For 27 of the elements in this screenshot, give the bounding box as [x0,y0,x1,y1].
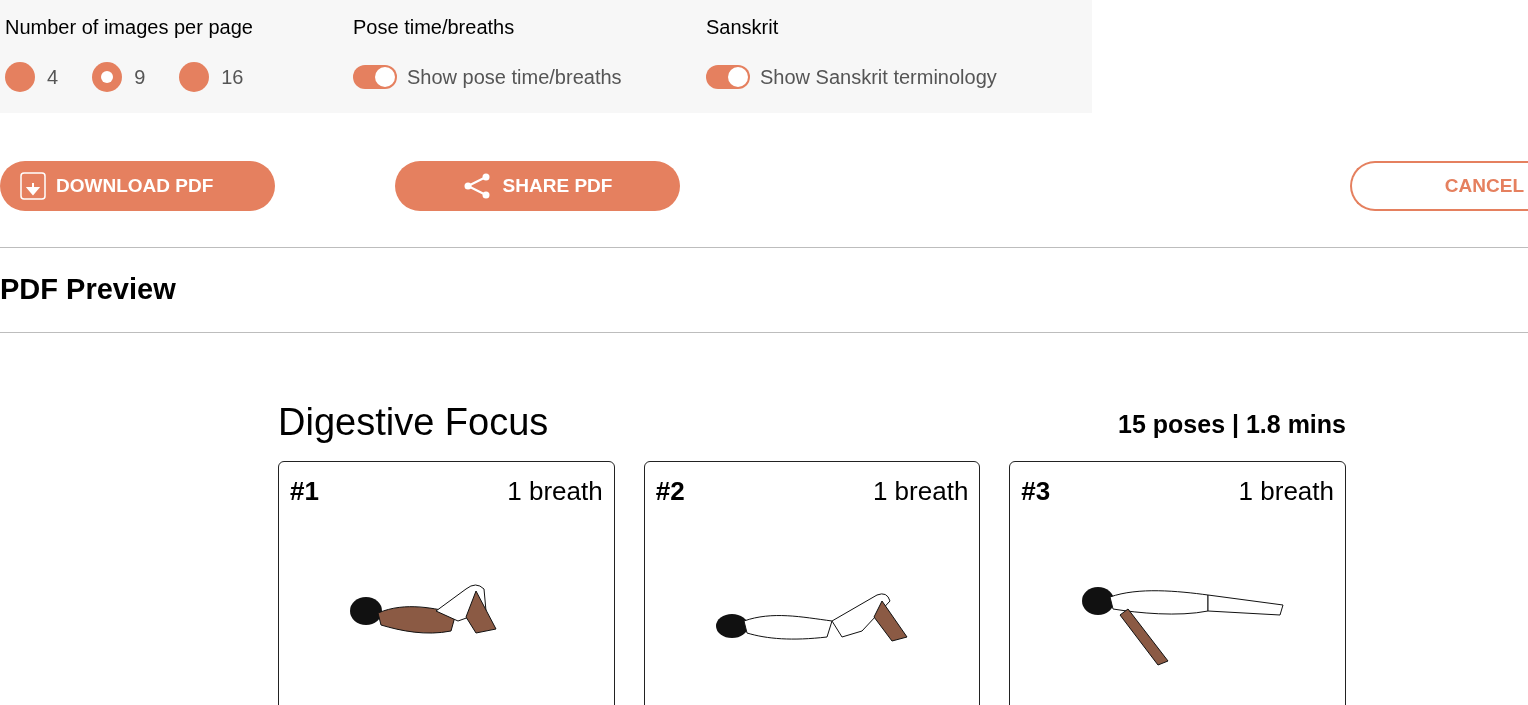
download-pdf-button[interactable]: DOWNLOAD PDF [0,161,275,211]
share-pdf-button[interactable]: SHARE PDF [395,161,680,211]
toggle-label: Show pose time/breaths [407,65,622,90]
pose-duration: 1 breath [872,475,969,508]
pose-duration: 1 breath [1238,475,1334,508]
option-heading: Number of images per page [5,15,254,40]
radio-label: 4 [47,65,59,90]
section-title: PDF Preview [0,272,177,308]
radio-button[interactable] [5,62,35,92]
radio-button[interactable] [179,62,210,92]
preview-summary: 15 poses | 1.8 mins [1118,412,1346,437]
pdf-download-icon [20,172,46,200]
cancel-button[interactable]: CANCEL [1350,161,1528,211]
pose-number: #3 [1021,475,1051,508]
pose-duration: 1 breath [507,475,603,508]
option-heading: Pose time/breaths [353,15,516,40]
toggle-switch[interactable] [353,65,397,89]
share-icon [462,173,491,199]
pose-number: #1 [290,475,319,508]
radio-label: 9 [134,65,146,90]
toggle-label: Show Sanskrit terminology [760,65,997,90]
pose-number: #2 [655,475,685,508]
radio-label: 16 [221,65,244,90]
toggle-switch[interactable] [706,65,750,89]
radio-button[interactable] [92,62,123,92]
option-heading: Sanskrit [706,15,780,40]
preview-title: Digestive Focus [278,403,549,441]
